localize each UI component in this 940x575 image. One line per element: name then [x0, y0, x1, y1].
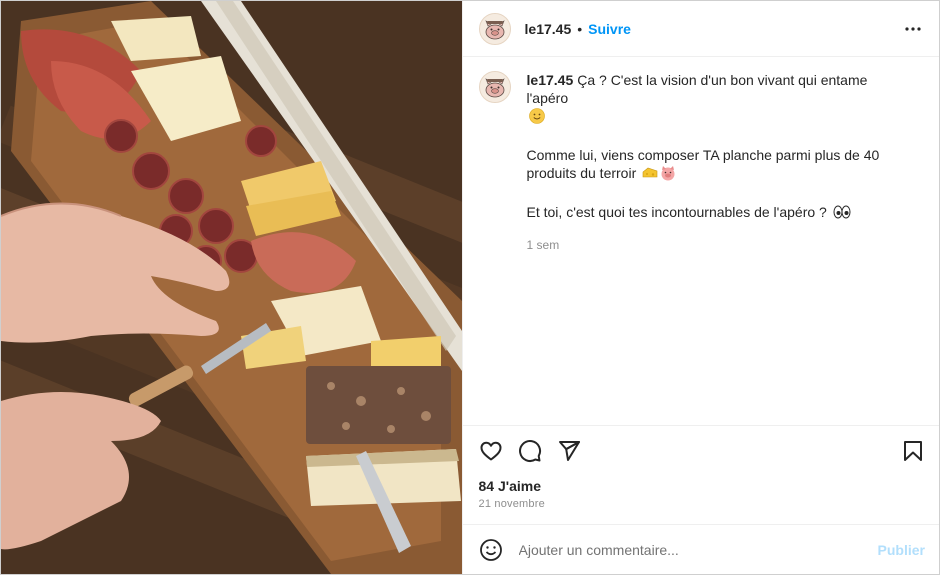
caption-relative-time: 1 sem — [526, 238, 560, 252]
eyes-icon — [833, 204, 851, 224]
separator-dot: • — [577, 20, 583, 37]
caption-username[interactable]: le17.45 — [527, 72, 574, 88]
smiling-face-icon — [528, 108, 545, 128]
likes-count[interactable]: 84 J'aime — [479, 478, 925, 494]
comment-input[interactable] — [516, 540, 878, 559]
caption-line-2: Comme lui, viens composer TA planche par… — [526, 147, 880, 181]
publish-button[interactable]: Publier — [878, 542, 925, 558]
caption-text: le17.45 Ça ? C'est la vision d'un bon viv… — [527, 71, 907, 254]
caption-paragraph-2: Comme lui, viens composer TA planche par… — [527, 146, 907, 185]
more-options-icon[interactable] — [901, 17, 925, 41]
pig-face-icon — [660, 165, 676, 185]
post-actions: 84 J'aime 21 novembre — [462, 425, 939, 524]
avatar[interactable] — [478, 12, 511, 45]
bookmark-icon[interactable] — [901, 439, 925, 463]
caption-section: le17.45 Ça ? C'est la vision d'un bon viv… — [463, 57, 939, 425]
pig-avatar-icon — [479, 13, 510, 44]
post-photo[interactable] — [1, 1, 462, 574]
send-icon[interactable] — [557, 439, 581, 463]
add-comment-bar: Publier — [462, 524, 939, 574]
post-header: le17.45 • Suivre — [462, 1, 939, 57]
caption-avatar[interactable] — [478, 71, 511, 103]
comment-icon[interactable] — [518, 439, 542, 463]
post-date[interactable]: 21 novembre — [479, 498, 925, 510]
heart-icon[interactable] — [479, 439, 503, 463]
caption-line-3: Et toi, c'est quoi tes incontournables d… — [526, 204, 827, 220]
cheese-icon — [642, 165, 658, 185]
post-author-username[interactable]: le17.45 — [525, 21, 572, 37]
action-icons-row — [479, 436, 925, 466]
post-details-panel: le17.45 • Suivre le17.45 Ça ? C'est la v… — [461, 1, 939, 574]
follow-button[interactable]: Suivre — [588, 21, 631, 37]
instagram-post-window: le17.45 • Suivre le17.45 Ça ? C'est la v… — [0, 0, 940, 575]
emoji-icon[interactable] — [479, 538, 503, 562]
caption-paragraph-1: le17.45 Ça ? C'est la vision d'un bon viv… — [527, 71, 907, 128]
caption-line-1: Ça ? C'est la vision d'un bon vivant qui… — [526, 72, 868, 106]
caption-paragraph-3: Et toi, c'est quoi tes incontournables d… — [527, 203, 907, 224]
charcuterie-board-image — [1, 1, 462, 574]
pig-avatar-icon — [479, 72, 510, 102]
